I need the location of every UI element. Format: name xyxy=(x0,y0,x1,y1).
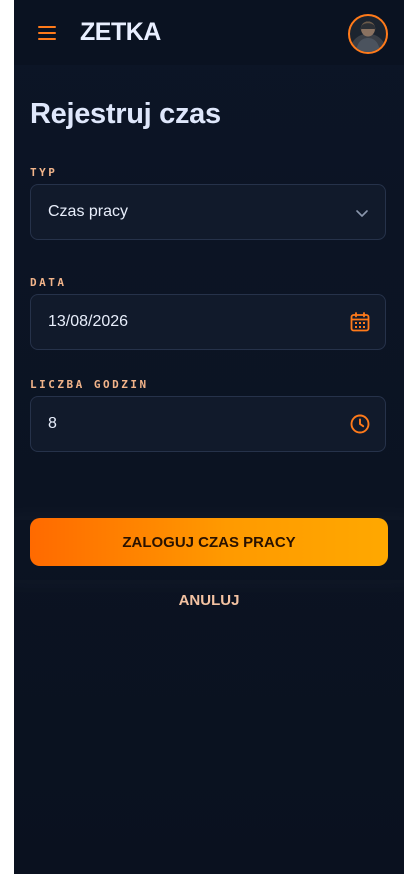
app-screen: ZETKA Rejestruj czas TYP Czas pracy DATA… xyxy=(14,0,404,874)
hours-label: LICZBA GODZIN xyxy=(30,378,149,391)
type-select[interactable]: Czas pracy xyxy=(30,184,386,240)
hours-value: 8 xyxy=(48,415,57,432)
type-value: Czas pracy xyxy=(48,203,129,220)
user-avatar[interactable] xyxy=(348,14,388,54)
clock-icon[interactable] xyxy=(349,413,371,435)
page-title: Rejestruj czas xyxy=(30,98,221,130)
cancel-button[interactable]: ANULUJ xyxy=(30,588,388,612)
date-label: DATA xyxy=(30,276,67,289)
chevron-down-icon xyxy=(356,210,368,217)
top-bar: ZETKA xyxy=(14,0,404,65)
brand-logo[interactable]: ZETKA xyxy=(80,18,161,47)
date-value: 13/08/2026 xyxy=(48,313,129,330)
date-field[interactable]: 13/08/2026 xyxy=(30,294,386,350)
hours-field[interactable]: 8 xyxy=(30,396,386,452)
hamburger-menu-icon[interactable] xyxy=(38,26,56,40)
calendar-icon[interactable] xyxy=(349,311,371,333)
avatar-image xyxy=(356,23,380,52)
type-label: TYP xyxy=(30,166,58,179)
submit-time-button[interactable]: ZALOGUJ CZAS PRACY xyxy=(30,518,388,566)
